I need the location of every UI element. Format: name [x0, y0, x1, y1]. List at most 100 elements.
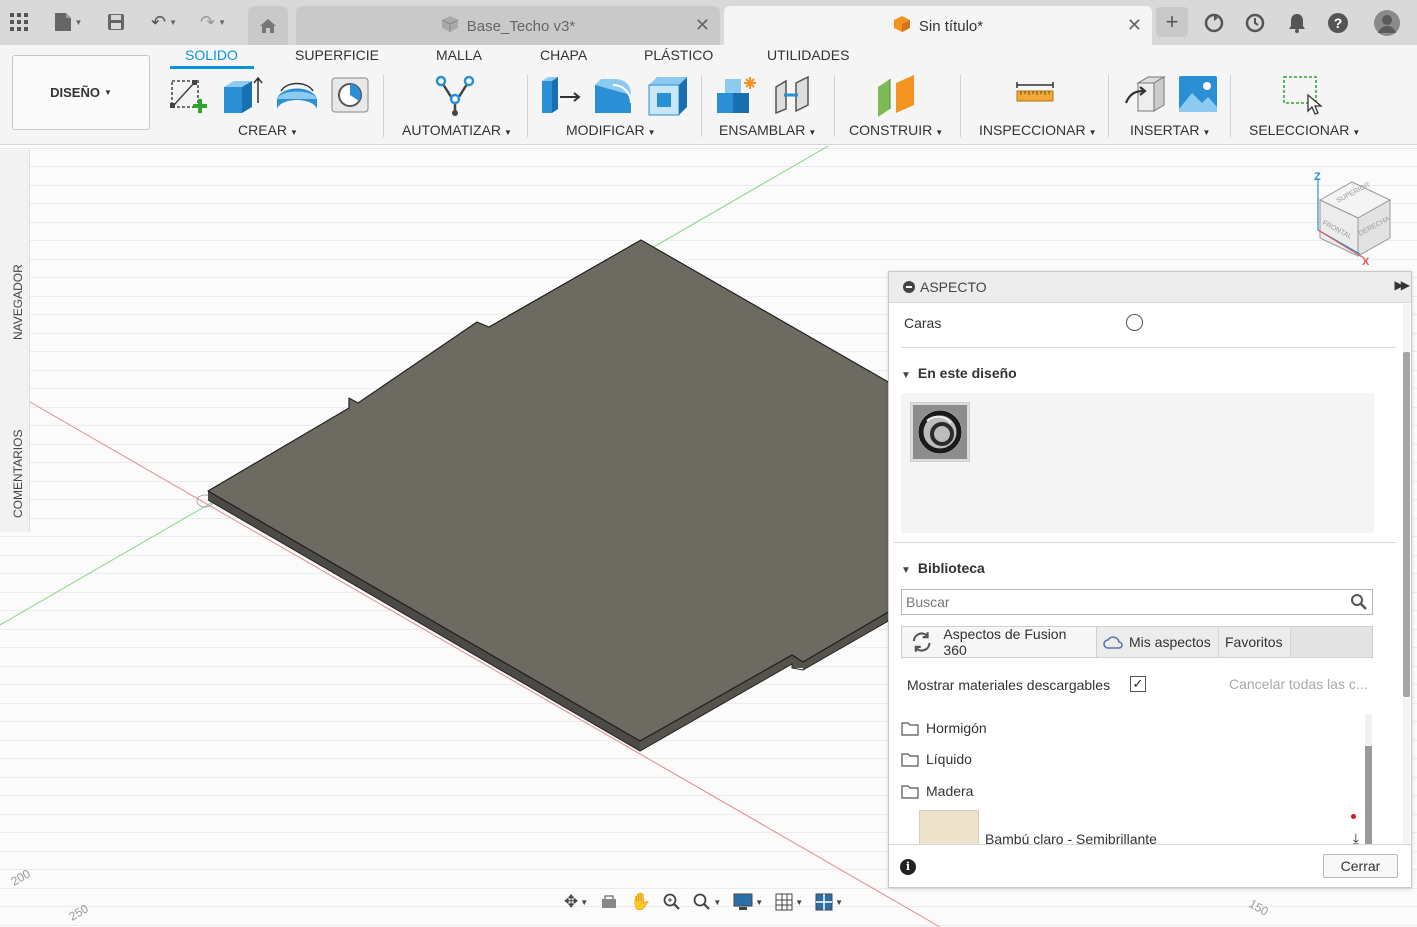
collapse-icon[interactable]: [903, 281, 915, 293]
joint-icon[interactable]: [770, 73, 814, 117]
orbit-icon[interactable]: ✥ ▼: [560, 889, 592, 915]
tab-malla[interactable]: MALLA: [436, 47, 482, 63]
search-input[interactable]: [902, 590, 1342, 614]
redo-icon[interactable]: ↷ ▼: [193, 8, 233, 36]
show-downloadable-checkbox[interactable]: ✓: [1130, 676, 1146, 692]
folder-hormigon[interactable]: Hormigón: [901, 716, 987, 740]
grid-menu-icon[interactable]: [4, 8, 34, 36]
avatar[interactable]: [1372, 9, 1402, 37]
appearance-panel-header[interactable]: ASPECTO ▶▶: [889, 272, 1411, 303]
tab-plastico[interactable]: PLÁSTICO: [644, 47, 713, 63]
folder-liquido[interactable]: Líquido: [901, 747, 972, 771]
group-crear[interactable]: CREAR ▼: [238, 122, 298, 138]
measure-icon[interactable]: [1013, 73, 1057, 117]
tab-superficie[interactable]: SUPERFICIE: [295, 47, 379, 63]
divider: [894, 542, 1396, 543]
separator: [383, 75, 384, 137]
group-label: AUTOMATIZAR: [402, 122, 502, 138]
press-pull-icon[interactable]: [538, 73, 582, 117]
notification-icon[interactable]: [1283, 9, 1311, 37]
separator: [527, 75, 528, 137]
tab-fusion-appearances[interactable]: Aspectos de Fusion 360: [902, 626, 1097, 658]
library-section-toggle[interactable]: ▼ Biblioteca: [901, 560, 985, 576]
group-modificar[interactable]: MODIFICAR ▼: [566, 122, 655, 138]
group-automatizar[interactable]: AUTOMATIZAR ▼: [402, 122, 512, 138]
group-construir[interactable]: CONSTRUIR ▼: [849, 122, 943, 138]
insert-canvas-icon[interactable]: [1176, 73, 1220, 117]
group-seleccionar[interactable]: SELECCIONAR ▼: [1249, 122, 1360, 138]
material-thumbnail[interactable]: [910, 402, 970, 462]
close-icon[interactable]: ✕: [1127, 15, 1142, 36]
library-tabs: Aspectos de Fusion 360 Mis aspectos Favo…: [901, 626, 1373, 658]
tab-base-techo[interactable]: Base_Techo v3* ✕: [296, 6, 720, 45]
cancel-all-downloads-link[interactable]: Cancelar todas las c...: [1229, 676, 1368, 692]
separator: [701, 75, 702, 137]
download-icon[interactable]: ⤓: [1353, 830, 1359, 844]
comments-panel-label[interactable]: COMENTARIOS: [11, 430, 25, 518]
group-insertar[interactable]: INSERTAR ▼: [1130, 122, 1210, 138]
sync-icon[interactable]: [1200, 9, 1228, 37]
home-icon[interactable]: [248, 6, 288, 45]
tab-favorites[interactable]: Favoritos: [1219, 627, 1291, 657]
help-icon[interactable]: ?: [1324, 9, 1352, 37]
view-cube[interactable]: Z X SUPERIOR FRONTAL DERECHA: [1300, 164, 1410, 269]
tab-solido[interactable]: SOLIDO: [185, 47, 238, 63]
expand-panel-icon[interactable]: ▶▶: [1395, 278, 1411, 292]
shell-icon[interactable]: [646, 73, 690, 117]
search-icon[interactable]: [1350, 593, 1368, 611]
close-icon[interactable]: ✕: [695, 15, 710, 36]
undo-icon[interactable]: ↶ ▼: [144, 8, 184, 36]
save-icon[interactable]: [101, 8, 131, 36]
display-settings-icon[interactable]: ▼: [729, 889, 767, 915]
svg-text:?: ?: [1334, 15, 1343, 31]
in-design-section-toggle[interactable]: ▼ En este diseño: [901, 365, 1017, 381]
tab-utilidades[interactable]: UTILIDADES: [767, 47, 849, 63]
viewports-icon[interactable]: ▼: [811, 889, 847, 915]
info-icon[interactable]: i: [900, 859, 916, 875]
component-icon: [893, 15, 911, 37]
navigation-toolbar: ✥ ▼ ✋ ▼ ▼ ▼ ▼: [560, 887, 860, 917]
new-component-icon[interactable]: [714, 73, 758, 117]
create-sketch-icon[interactable]: [166, 73, 210, 117]
workspace-design-button[interactable]: DISEÑO ▼: [12, 55, 150, 130]
material-thumbnail: [919, 810, 979, 844]
offset-plane-icon[interactable]: [874, 73, 918, 117]
navigator-panel-label[interactable]: NAVEGADOR: [11, 264, 25, 340]
insert-derive-icon[interactable]: [1124, 73, 1168, 117]
tab-chapa[interactable]: CHAPA: [540, 47, 587, 63]
refresh-icon[interactable]: [910, 631, 933, 653]
automate-icon[interactable]: [433, 73, 477, 117]
group-label: CONSTRUIR: [849, 122, 933, 138]
revolve-icon[interactable]: [275, 73, 319, 117]
folder-label: Hormigón: [926, 720, 987, 736]
hole-icon[interactable]: [329, 73, 373, 117]
folder-madera[interactable]: Madera: [901, 779, 973, 803]
new-tab-plus-icon[interactable]: +: [1156, 7, 1188, 37]
library-scrollbar-thumb[interactable]: [1365, 746, 1372, 844]
tab-label: Sin título*: [918, 17, 984, 35]
look-at-icon[interactable]: [596, 889, 622, 915]
grid-settings-icon[interactable]: ▼: [771, 889, 807, 915]
tab-label: Favoritos: [1225, 634, 1283, 650]
group-label: INSPECCIONAR: [979, 122, 1086, 138]
tab-my-appearances[interactable]: Mis aspectos: [1097, 627, 1219, 657]
panel-scrollbar-thumb[interactable]: [1403, 352, 1410, 697]
pan-icon[interactable]: ✋: [626, 889, 655, 915]
close-button[interactable]: Cerrar: [1323, 854, 1398, 878]
window-select-icon[interactable]: [1280, 73, 1324, 117]
material-item[interactable]: Bambú claro - Semibrillante ⤓: [919, 810, 1359, 844]
tab-sin-titulo[interactable]: Sin título* ✕: [724, 6, 1152, 45]
zoom-fit-icon[interactable]: ▼: [689, 889, 725, 915]
triangle-down-icon: ▼: [901, 565, 911, 576]
cloud-icon: [1103, 636, 1123, 649]
group-inspeccionar[interactable]: INSPECCIONAR ▼: [979, 122, 1097, 138]
history-icon[interactable]: [1241, 9, 1269, 37]
faces-radio[interactable]: [1126, 314, 1143, 331]
folder-icon: [901, 752, 919, 767]
group-ensamblar[interactable]: ENSAMBLAR ▼: [719, 122, 816, 138]
file-menu-icon[interactable]: ▼: [50, 8, 86, 36]
extrude-icon[interactable]: [220, 73, 264, 117]
fillet-icon[interactable]: [592, 73, 636, 117]
zoom-icon[interactable]: [659, 889, 685, 915]
material-name: Bambú claro - Semibrillante: [985, 831, 1157, 844]
